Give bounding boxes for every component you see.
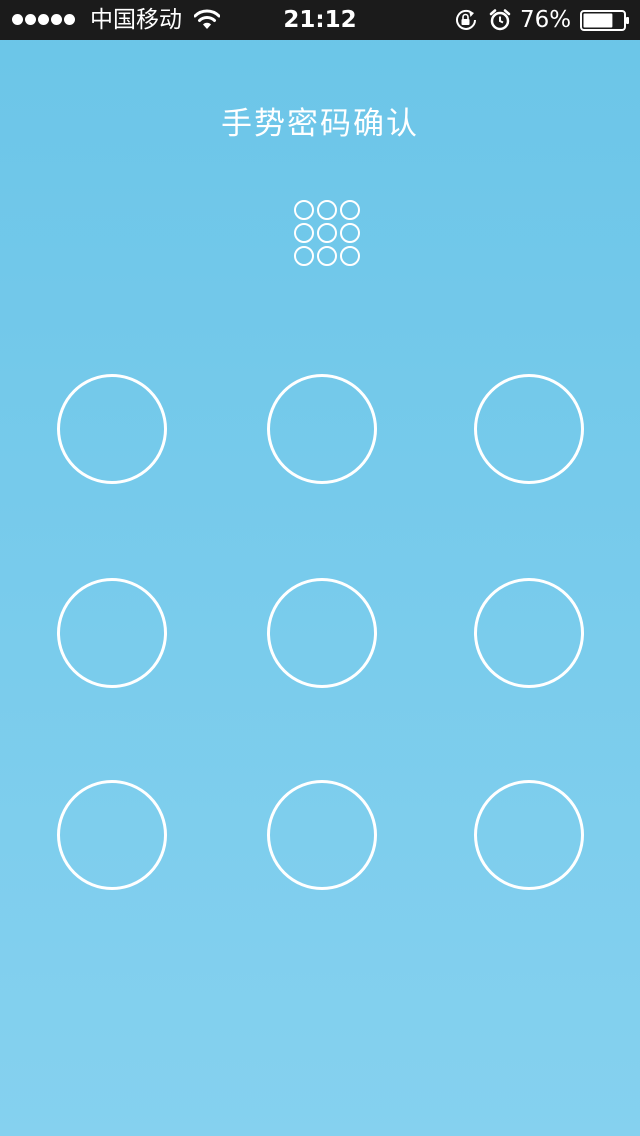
gesture-node-9[interactable]: [474, 780, 584, 890]
gesture-node-4[interactable]: [57, 578, 167, 688]
gesture-node-1[interactable]: [57, 374, 167, 484]
gesture-node-5[interactable]: [267, 578, 377, 688]
gesture-node-2[interactable]: [267, 374, 377, 484]
gesture-node-3[interactable]: [474, 374, 584, 484]
gesture-node-6[interactable]: [474, 578, 584, 688]
screen: 中国移动 21:12 76% 手势密码确认: [0, 0, 640, 1136]
gesture-node-8[interactable]: [267, 780, 377, 890]
gesture-grid: [0, 0, 640, 1136]
gesture-node-7[interactable]: [57, 780, 167, 890]
